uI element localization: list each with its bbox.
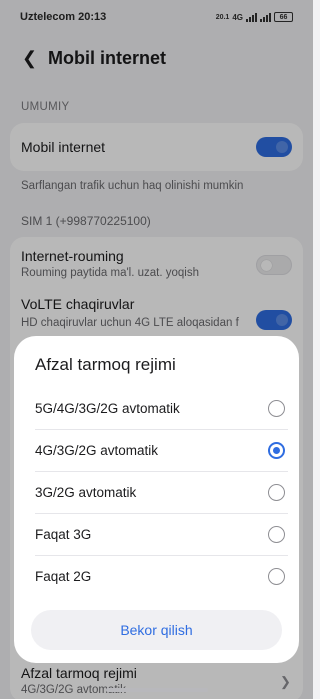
radio-selected-icon[interactable] — [268, 441, 285, 459]
option-only-3g[interactable]: Faqat 3G — [35, 513, 288, 555]
network-mode-dialog: Afzal tarmoq rejimi 5G/4G/3G/2G avtomati… — [14, 336, 299, 663]
option-4g-3g-2g[interactable]: 4G/3G/2G avtomatik — [35, 429, 288, 471]
option-5g-4g-3g-2g[interactable]: 5G/4G/3G/2G avtomatik — [35, 387, 288, 429]
option-label: Faqat 2G — [35, 568, 92, 584]
radio-unselected-icon[interactable] — [268, 567, 285, 585]
radio-unselected-icon[interactable] — [268, 483, 285, 501]
dialog-title: Afzal tarmoq rejimi — [35, 355, 176, 374]
cancel-button[interactable]: Bekor qilish — [31, 610, 282, 650]
option-label: Faqat 3G — [35, 526, 92, 542]
radio-unselected-icon[interactable] — [268, 525, 285, 543]
home-indicator[interactable] — [106, 688, 208, 692]
radio-unselected-icon[interactable] — [268, 399, 285, 417]
option-label: 3G/2G avtomatik — [35, 484, 137, 500]
option-only-2g[interactable]: Faqat 2G — [35, 555, 288, 597]
option-label: 5G/4G/3G/2G avtomatik — [35, 400, 180, 416]
option-label: 4G/3G/2G avtomatik — [35, 442, 159, 458]
option-3g-2g[interactable]: 3G/2G avtomatik — [35, 471, 288, 513]
